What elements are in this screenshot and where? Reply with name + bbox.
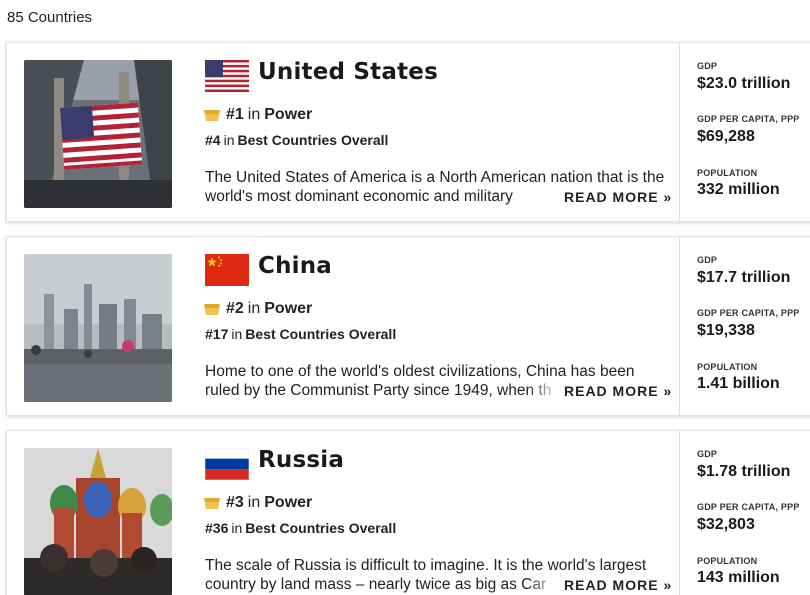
text-fade	[527, 187, 567, 206]
power-rank: #2 in Power	[203, 300, 312, 318]
power-rank: #1 in Power	[203, 106, 312, 124]
power-link[interactable]: Power	[264, 106, 312, 124]
gdp-value: $17.7 trillion	[697, 269, 791, 286]
gdp-ppp-label: GDP PER CAPITA, PPP	[697, 502, 800, 512]
gdp-ppp-label: GDP PER CAPITA, PPP	[697, 114, 800, 124]
divider	[679, 43, 680, 221]
population-value: 332 million	[697, 181, 780, 198]
gdp-label: GDP	[697, 449, 718, 459]
divider	[679, 431, 680, 595]
population-label: POPULATION	[697, 556, 758, 566]
population-label: POPULATION	[697, 362, 758, 372]
overall-link[interactable]: Best Countries Overall	[245, 520, 396, 536]
population-value: 143 million	[697, 569, 780, 586]
gdp-value: $23.0 trillion	[697, 75, 791, 92]
read-more-link[interactable]: READ MORE »	[562, 189, 673, 205]
text-fade	[527, 575, 567, 594]
russia-flag-icon	[205, 448, 249, 480]
overall-rank: #17 in Best Countries Overall	[205, 326, 397, 342]
population-label: POPULATION	[697, 168, 758, 178]
country-card-russia[interactable]: Russia #3 in Power #36 in Best Countries Ove…	[6, 430, 810, 595]
gdp-ppp-label: GDP PER CAPITA, PPP	[697, 308, 800, 318]
power-link[interactable]: Power	[264, 300, 312, 318]
overall-link[interactable]: Best Countries Overall	[237, 132, 388, 148]
medal-icon	[204, 497, 220, 509]
photo-image	[24, 60, 172, 208]
country-card-china[interactable]: China #2 in Power #17 in Best Countries Over…	[6, 236, 810, 416]
gdp-ppp-value: $19,338	[697, 322, 755, 339]
gdp-label: GDP	[697, 61, 718, 71]
power-rank: #3 in Power	[203, 494, 312, 512]
country-photo[interactable]	[24, 254, 172, 402]
divider	[679, 237, 680, 415]
country-name[interactable]: China	[258, 253, 332, 279]
country-photo[interactable]	[24, 60, 172, 208]
country-card-united-states[interactable]: United States #1 in Power #4 in Best Countri…	[6, 42, 810, 222]
overall-link[interactable]: Best Countries Overall	[245, 326, 396, 342]
gdp-label: GDP	[697, 255, 718, 265]
gdp-ppp-value: $69,288	[697, 128, 755, 145]
power-link[interactable]: Power	[264, 494, 312, 512]
country-name[interactable]: Russia	[258, 447, 344, 473]
china-flag-icon	[205, 254, 249, 286]
country-photo[interactable]	[24, 448, 172, 595]
read-more-link[interactable]: READ MORE »	[562, 577, 673, 593]
overall-rank: #4 in Best Countries Overall	[205, 132, 389, 148]
medal-icon	[204, 109, 220, 121]
read-more-link[interactable]: READ MORE »	[562, 383, 673, 399]
country-name[interactable]: United States	[258, 59, 438, 85]
gdp-value: $1.78 trillion	[697, 463, 791, 480]
overall-rank: #36 in Best Countries Overall	[205, 520, 397, 536]
us-flag-icon	[205, 60, 249, 92]
result-count: 85 Countries	[7, 9, 93, 26]
photo-image	[24, 448, 172, 595]
medal-icon	[204, 303, 220, 315]
photo-image	[24, 254, 172, 402]
population-value: 1.41 billion	[697, 375, 780, 392]
gdp-ppp-value: $32,803	[697, 516, 755, 533]
text-fade	[527, 381, 567, 400]
